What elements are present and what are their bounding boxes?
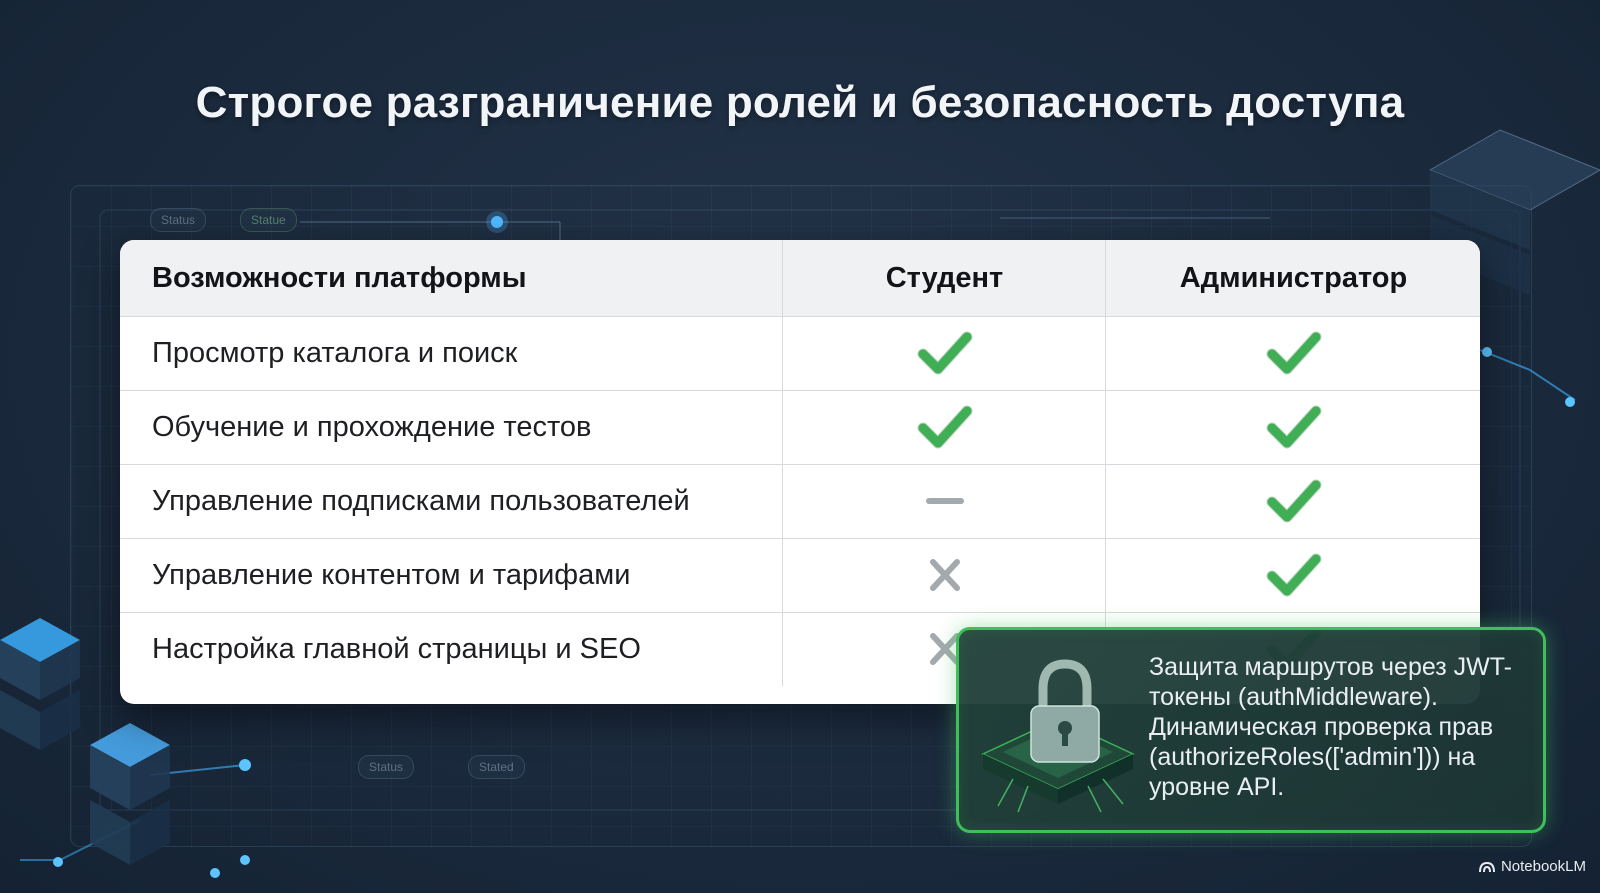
table-row: Просмотр каталога и поиск	[120, 316, 1480, 391]
admin-permission-cell	[1105, 390, 1480, 464]
table-row: Обучение и прохождение тестов	[120, 390, 1480, 465]
admin-permission-cell	[1105, 538, 1480, 612]
background-status-chip: Stated	[468, 755, 525, 779]
padlock-icon	[973, 644, 1143, 816]
notebooklm-logo-icon	[1478, 861, 1495, 872]
check-icon	[917, 405, 972, 449]
notebooklm-brand: NotebookLM	[1478, 858, 1586, 875]
admin-permission-cell	[1105, 464, 1480, 538]
header-capabilities: Возможности платформы	[152, 261, 527, 294]
check-icon	[1266, 479, 1321, 523]
feature-label: Управление контентом и тарифами	[152, 558, 631, 591]
check-icon	[1266, 405, 1321, 449]
cross-icon	[929, 559, 960, 591]
header-student: Студент	[782, 240, 1106, 316]
header-admin: Администратор	[1105, 240, 1480, 316]
student-permission-cell	[782, 390, 1106, 464]
student-permission-cell	[782, 538, 1106, 612]
background-status-chip: Status	[150, 208, 207, 232]
check-icon	[1266, 553, 1321, 597]
background-status-chip: Status	[358, 755, 415, 779]
check-icon	[1266, 331, 1321, 375]
admin-permission-cell	[1105, 316, 1480, 390]
security-callout-text: Защита маршрутов через JWT-токены (authM…	[1149, 653, 1512, 801]
table-row: Управление подписками пользователей	[120, 464, 1480, 539]
feature-label: Настройка главной страницы и SEO	[152, 632, 641, 665]
table-header-row: Возможности платформы Студент Администра…	[120, 240, 1480, 317]
table-row: Управление контентом и тарифами	[120, 538, 1480, 613]
dash-icon	[925, 498, 964, 504]
security-callout: Защита маршрутов через JWT-токены (authM…	[956, 627, 1546, 833]
feature-label: Обучение и прохождение тестов	[152, 410, 592, 443]
feature-label: Управление подписками пользователей	[152, 484, 690, 517]
student-permission-cell	[782, 464, 1106, 538]
slide-title: Строгое разграничение ролей и безопаснос…	[195, 78, 1405, 127]
check-icon	[917, 331, 972, 375]
brand-label: NotebookLM	[1500, 858, 1586, 875]
student-permission-cell	[782, 316, 1106, 390]
feature-label: Просмотр каталога и поиск	[152, 336, 518, 369]
background-status-chip: Statue	[240, 208, 297, 232]
